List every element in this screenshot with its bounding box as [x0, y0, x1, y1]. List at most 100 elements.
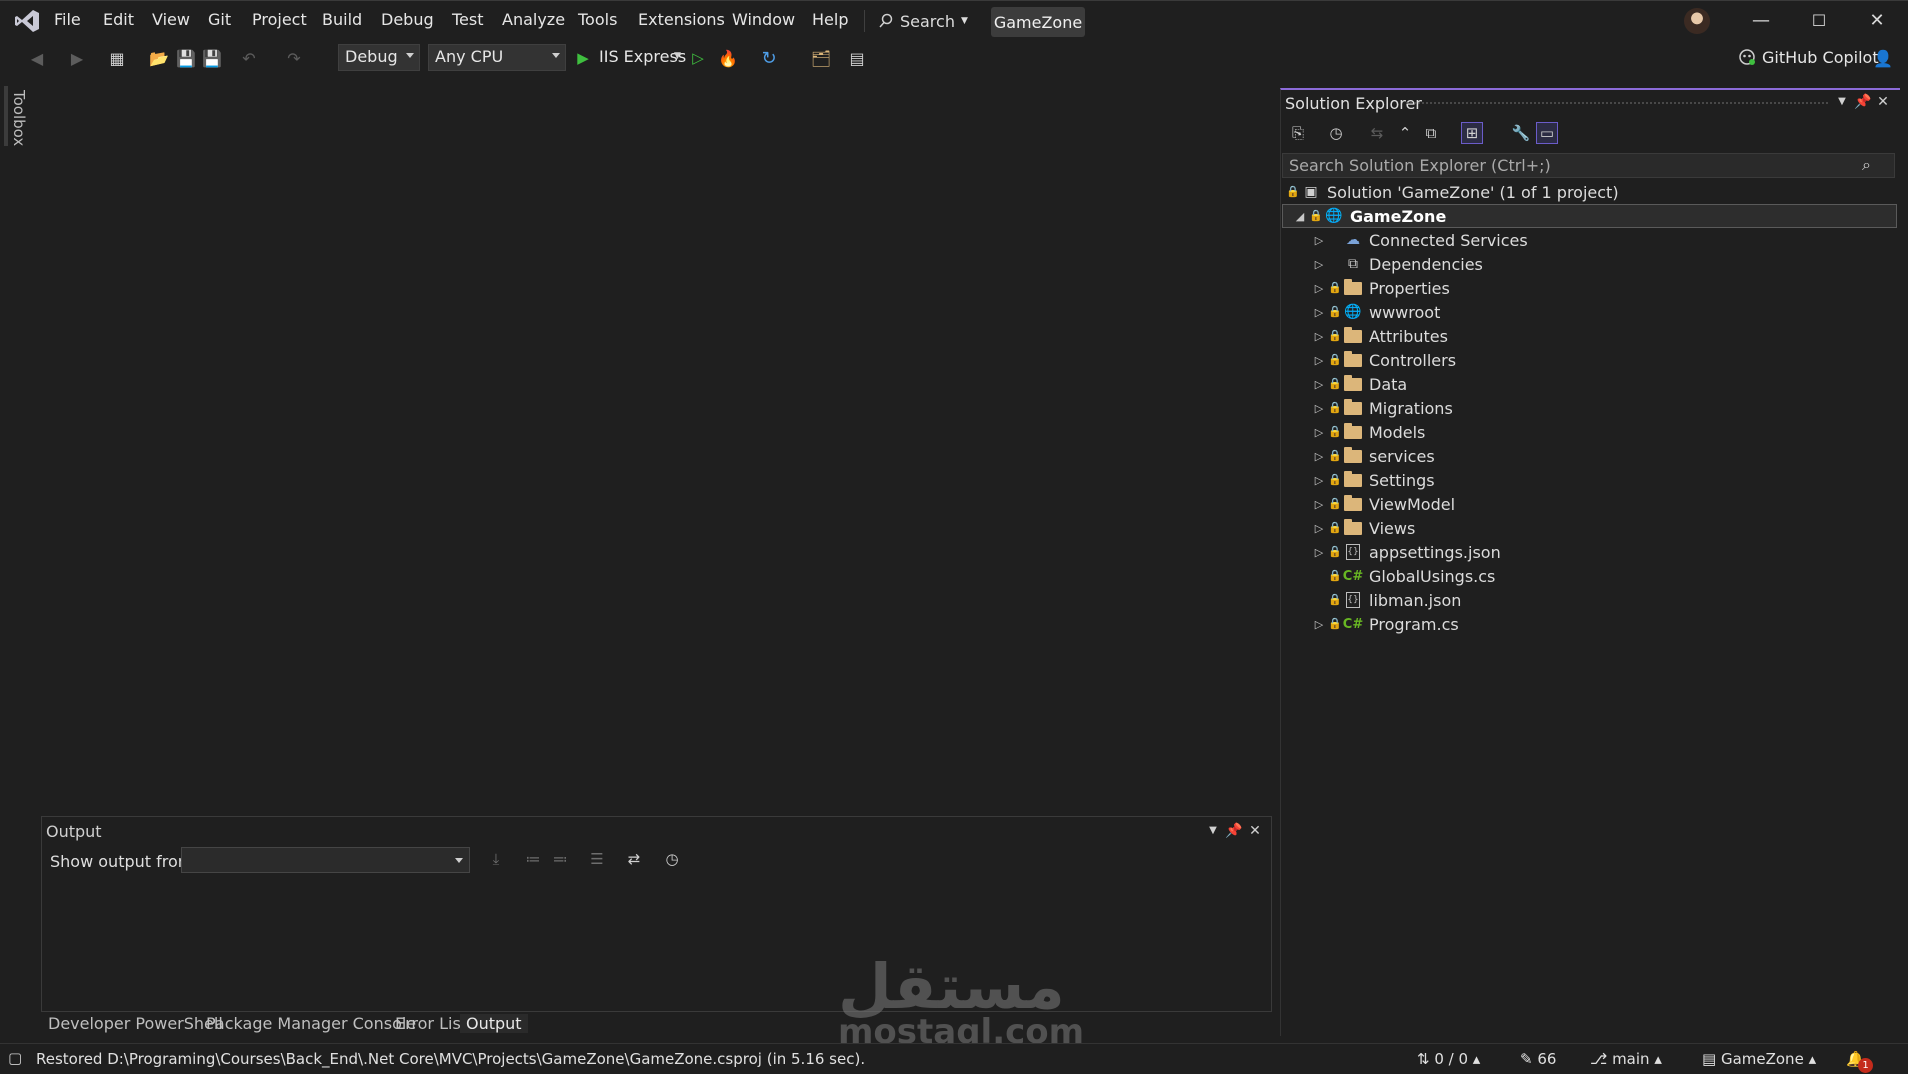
- account-feedback-icon[interactable]: 👤: [1872, 47, 1894, 69]
- close-window-icon[interactable]: ✕: [1866, 10, 1888, 32]
- next-message-icon[interactable]: ≕: [549, 848, 571, 870]
- expand-arrow-icon[interactable]: ▷: [1312, 546, 1326, 559]
- menu-edit[interactable]: Edit: [103, 10, 134, 29]
- show-all-files-icon[interactable]: ⧉: [1420, 122, 1442, 144]
- solution-node[interactable]: 🔒 ▣ Solution 'GameZone' (1 of 1 project): [1284, 180, 1619, 204]
- sync-with-document-icon[interactable]: ⇆: [1366, 122, 1388, 144]
- expand-arrow-icon[interactable]: ▷: [1312, 402, 1326, 415]
- start-debugging-icon[interactable]: ▶: [572, 47, 594, 69]
- menu-extensions[interactable]: Extensions: [638, 10, 725, 29]
- clear-all-icon[interactable]: ☰: [586, 848, 608, 870]
- tree-item[interactable]: 🔒 C# GlobalUsings.cs: [1312, 564, 1495, 588]
- scope-filter-icon[interactable]: ⊞: [1461, 122, 1483, 144]
- tab-output[interactable]: Output: [460, 1014, 528, 1033]
- solution-explorer-search-input[interactable]: Search Solution Explorer (Ctrl+;): [1282, 153, 1895, 178]
- visual-studio-logo-icon[interactable]: [14, 9, 40, 33]
- new-project-icon[interactable]: ▦: [106, 47, 128, 69]
- output-source-select[interactable]: [181, 847, 470, 873]
- project-node[interactable]: ◢ 🔒 🌐 GameZone: [1282, 204, 1897, 228]
- panel-menu-icon[interactable]: ▼: [1205, 823, 1221, 839]
- output-status-icon[interactable]: ▢: [8, 1049, 22, 1067]
- start-without-debugging-icon[interactable]: ▷: [687, 47, 709, 69]
- menu-git[interactable]: Git: [208, 10, 231, 29]
- tree-item[interactable]: ▷ 🔒 Properties: [1312, 276, 1450, 300]
- expand-arrow-icon[interactable]: ▷: [1312, 450, 1326, 463]
- pending-edits-indicator[interactable]: ✎ 66: [1520, 1050, 1556, 1068]
- tree-item[interactable]: ▷ 🔒 Settings: [1312, 468, 1435, 492]
- redo-icon[interactable]: ↷: [283, 47, 305, 69]
- tree-item[interactable]: ▷ 🔒 Controllers: [1312, 348, 1456, 372]
- solution-name-badge[interactable]: GameZone: [991, 7, 1085, 37]
- tree-item[interactable]: ▷ 🔒{} appsettings.json: [1312, 540, 1501, 564]
- git-changes-indicator[interactable]: ⇅ 0 / 0 ▴: [1417, 1050, 1480, 1068]
- tree-item[interactable]: ▷ 🔒 Data: [1312, 372, 1407, 396]
- save-icon[interactable]: 💾: [175, 47, 197, 69]
- undo-icon[interactable]: ↶: [238, 47, 260, 69]
- menu-build[interactable]: Build: [322, 10, 362, 29]
- expand-arrow-icon[interactable]: ▷: [1312, 354, 1326, 367]
- switch-views-icon[interactable]: ⎘: [1287, 122, 1309, 144]
- expand-arrow-icon[interactable]: ▷: [1312, 426, 1326, 439]
- find-message-icon[interactable]: ⤓: [485, 848, 507, 870]
- tab-error-list[interactable]: Error List: [395, 1014, 467, 1033]
- tree-item[interactable]: 🔒{} libman.json: [1312, 588, 1461, 612]
- tree-item[interactable]: ▷ ☁ Connected Services: [1312, 228, 1528, 252]
- menu-file[interactable]: File: [54, 10, 81, 29]
- expand-arrow-icon[interactable]: ▷: [1312, 474, 1326, 487]
- expand-arrow-icon[interactable]: ▷: [1312, 618, 1326, 631]
- menu-help[interactable]: Help: [812, 10, 848, 29]
- pending-changes-filter-icon[interactable]: ◷: [1325, 122, 1347, 144]
- branch-selector[interactable]: ⎇ main ▴: [1590, 1050, 1662, 1068]
- tree-item[interactable]: ▷ 🔒 Views: [1312, 516, 1415, 540]
- navigate-forward-icon[interactable]: ▶: [66, 47, 88, 69]
- expand-arrow-icon[interactable]: ▷: [1312, 498, 1326, 511]
- close-panel-icon[interactable]: ✕: [1875, 94, 1891, 110]
- tab-package-manager-console[interactable]: Package Manager Console: [206, 1014, 416, 1033]
- editor-area[interactable]: [32, 84, 1275, 812]
- expand-arrow-icon[interactable]: ▷: [1312, 522, 1326, 535]
- tree-item[interactable]: ▷ 🔒 C# Program.cs: [1312, 612, 1459, 636]
- tab-developer-powershell[interactable]: Developer PowerShell: [48, 1014, 223, 1033]
- tree-item[interactable]: ▷ 🔒 services: [1312, 444, 1435, 468]
- refresh-icon[interactable]: ↻: [758, 47, 780, 69]
- word-wrap-icon[interactable]: ⇄: [623, 848, 645, 870]
- menu-analyze[interactable]: Analyze: [502, 10, 565, 29]
- search-button[interactable]: Search ▼: [874, 8, 972, 34]
- previous-message-icon[interactable]: ≔: [522, 848, 544, 870]
- pin-icon[interactable]: 📌: [1854, 94, 1871, 110]
- save-all-icon[interactable]: 💾: [201, 47, 223, 69]
- menu-project[interactable]: Project: [252, 10, 307, 29]
- tree-item[interactable]: ▷ ⧉ Dependencies: [1312, 252, 1483, 276]
- platform-dropdown[interactable]: Any CPU: [428, 44, 566, 71]
- menu-view[interactable]: View: [152, 10, 190, 29]
- expand-arrow-icon[interactable]: ▷: [1312, 258, 1326, 271]
- panel-menu-icon[interactable]: ▼: [1834, 94, 1850, 110]
- menu-window[interactable]: Window: [732, 10, 795, 29]
- menu-debug[interactable]: Debug: [381, 10, 434, 29]
- open-folder-icon[interactable]: 📂: [148, 47, 170, 69]
- preview-selected-items-icon[interactable]: ▭: [1536, 122, 1558, 144]
- collapse-arrow-icon[interactable]: ◢: [1293, 210, 1307, 223]
- collapse-all-icon[interactable]: ⌃: [1394, 122, 1416, 144]
- repository-selector[interactable]: ▤ GameZone ▴: [1702, 1050, 1816, 1068]
- toolbox-tab[interactable]: Toolbox: [0, 84, 32, 152]
- search-icon[interactable]: ⌕: [1862, 155, 1871, 175]
- expand-arrow-icon[interactable]: ▷: [1312, 306, 1326, 319]
- window-layout-icon[interactable]: ▤: [846, 47, 868, 69]
- hot-reload-icon[interactable]: 🔥: [717, 47, 739, 69]
- avatar[interactable]: [1684, 8, 1710, 34]
- properties-wrench-icon[interactable]: 🔧: [1510, 122, 1532, 144]
- maximize-icon[interactable]: ☐: [1808, 10, 1830, 32]
- browse-folder-icon[interactable]: 🗂: [810, 47, 832, 69]
- chevron-down-icon[interactable]: ▼: [674, 51, 681, 61]
- tree-item[interactable]: ▷ 🔒 Models: [1312, 420, 1425, 444]
- close-panel-icon[interactable]: ✕: [1247, 823, 1263, 839]
- configuration-dropdown[interactable]: Debug: [338, 44, 420, 71]
- menu-test[interactable]: Test: [452, 10, 484, 29]
- expand-arrow-icon[interactable]: ▷: [1312, 282, 1326, 295]
- navigate-back-icon[interactable]: ◀: [26, 47, 48, 69]
- expand-arrow-icon[interactable]: ▷: [1312, 378, 1326, 391]
- tree-item[interactable]: ▷ 🔒 ViewModel: [1312, 492, 1455, 516]
- expand-arrow-icon[interactable]: ▷: [1312, 234, 1326, 247]
- menu-tools[interactable]: Tools: [578, 10, 617, 29]
